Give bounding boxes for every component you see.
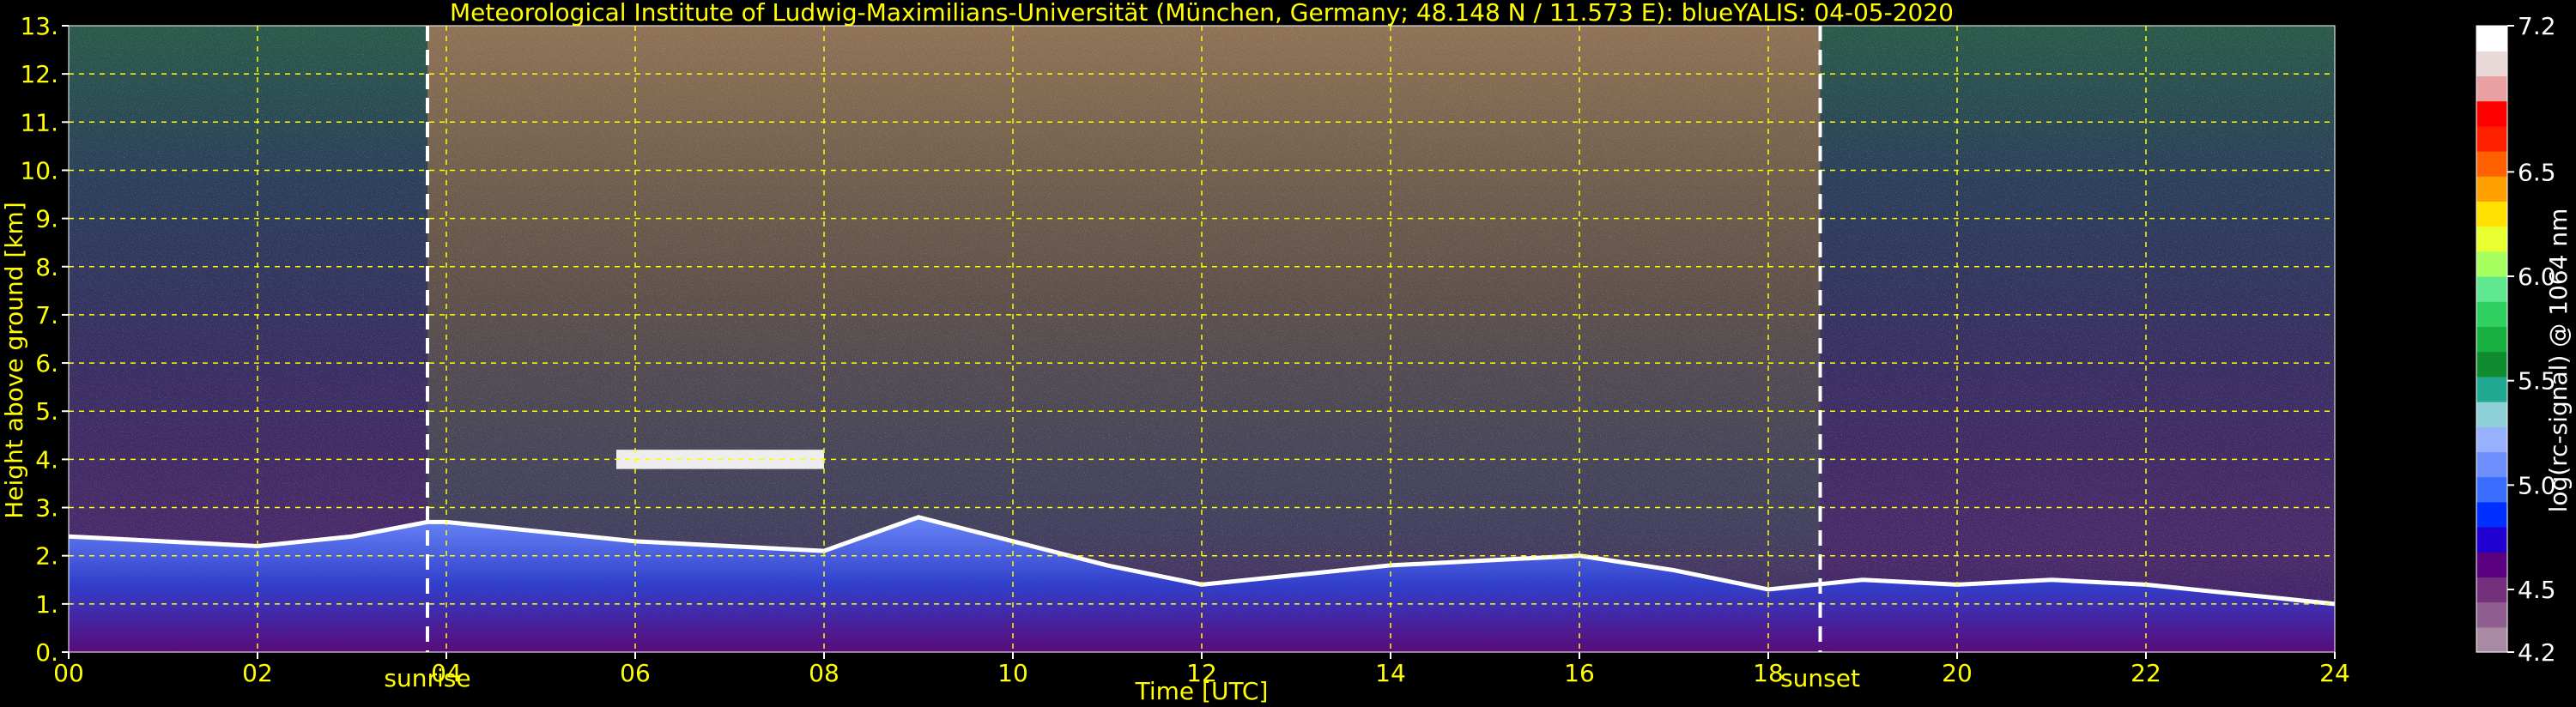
x-tick-label: 20	[1942, 659, 1973, 687]
colorbar-segment	[2476, 26, 2507, 51]
x-tick-label: 16	[1564, 659, 1595, 687]
colorbar-segment	[2476, 351, 2507, 378]
y-tick-label: 3.	[35, 494, 58, 523]
colorbar-segment	[2476, 151, 2507, 177]
colorbar-segment	[2476, 276, 2507, 302]
colorbar-segment	[2476, 326, 2507, 353]
colorbar	[2476, 25, 2508, 653]
y-tick-label: 9.	[35, 205, 58, 233]
y-tick-label: 7.	[35, 301, 58, 329]
colorbar-segment	[2476, 125, 2507, 152]
colorbar-segment	[2476, 601, 2507, 628]
y-tick-label: 11.	[20, 108, 58, 136]
y-tick-label: 5.	[35, 397, 58, 426]
sunset-annotation: sunset	[1780, 664, 1860, 692]
colorbar-segment	[2476, 527, 2507, 553]
x-tick-label: 06	[620, 659, 651, 687]
colorbar-segment	[2476, 552, 2507, 577]
x-tick-label: 22	[2131, 659, 2161, 687]
y-tick-label: 6.	[35, 349, 58, 378]
y-tick-label: 2.	[35, 542, 58, 571]
plot-area	[69, 26, 2335, 652]
sunrise-annotation: sunrise	[384, 664, 470, 692]
colorbar-tick-label: 7.2	[2518, 12, 2556, 40]
y-tick-label: 12.	[20, 60, 58, 88]
colorbar-segment	[2476, 51, 2507, 76]
x-tick-label: 10	[997, 659, 1028, 687]
lidar-chart: 00 02 04 06 08 10 12 14 16 18 20 22 24 0.1.2.3.4.5.6…	[0, 0, 2573, 705]
y-axis-label: Height above ground [km]	[0, 202, 28, 519]
x-axis-label: Time [UTC]	[1135, 677, 1269, 705]
colorbar-tick-label: 4.5	[2518, 576, 2556, 604]
colorbar-segment	[2476, 402, 2507, 427]
colorbar-segment	[2476, 301, 2507, 327]
colorbar-segment	[2476, 176, 2507, 202]
colorbar-tick-label: 6.5	[2518, 158, 2556, 186]
colorbar-segment	[2476, 426, 2507, 452]
x-tick-label: 02	[242, 659, 273, 687]
x-tick-label: 24	[2319, 659, 2350, 687]
colorbar-tick-label: 4.2	[2518, 638, 2556, 667]
colorbar-segment	[2476, 100, 2507, 127]
x-tick-label: 08	[809, 659, 839, 687]
x-tick-label: 18	[1753, 659, 1784, 687]
colorbar-segment	[2476, 251, 2507, 277]
colorbar-segment	[2476, 376, 2507, 402]
y-tick-label: 13.	[20, 12, 58, 40]
y-tick-label: 1.	[35, 590, 58, 619]
colorbar-segment	[2476, 476, 2507, 503]
chart-title: Meteorological Institute of Ludwig-Maxim…	[450, 0, 1954, 27]
y-tick-label: 4.	[35, 445, 58, 474]
colorbar-segment	[2476, 451, 2507, 478]
colorbar-segment	[2476, 76, 2507, 102]
colorbar-segment	[2476, 626, 2507, 653]
colorbar-segment	[2476, 226, 2507, 252]
y-tick-label: 10.	[20, 156, 58, 184]
colorbar-segment	[2476, 577, 2507, 603]
colorbar-segment	[2476, 201, 2507, 227]
x-tick-label: 14	[1375, 659, 1406, 687]
colorbar-label: log(rc-signal) @ 1064 nm	[2544, 208, 2573, 513]
y-tick-label: 8.	[35, 253, 58, 281]
colorbar-segment	[2476, 501, 2507, 528]
y-tick-label: 0.	[35, 638, 58, 667]
